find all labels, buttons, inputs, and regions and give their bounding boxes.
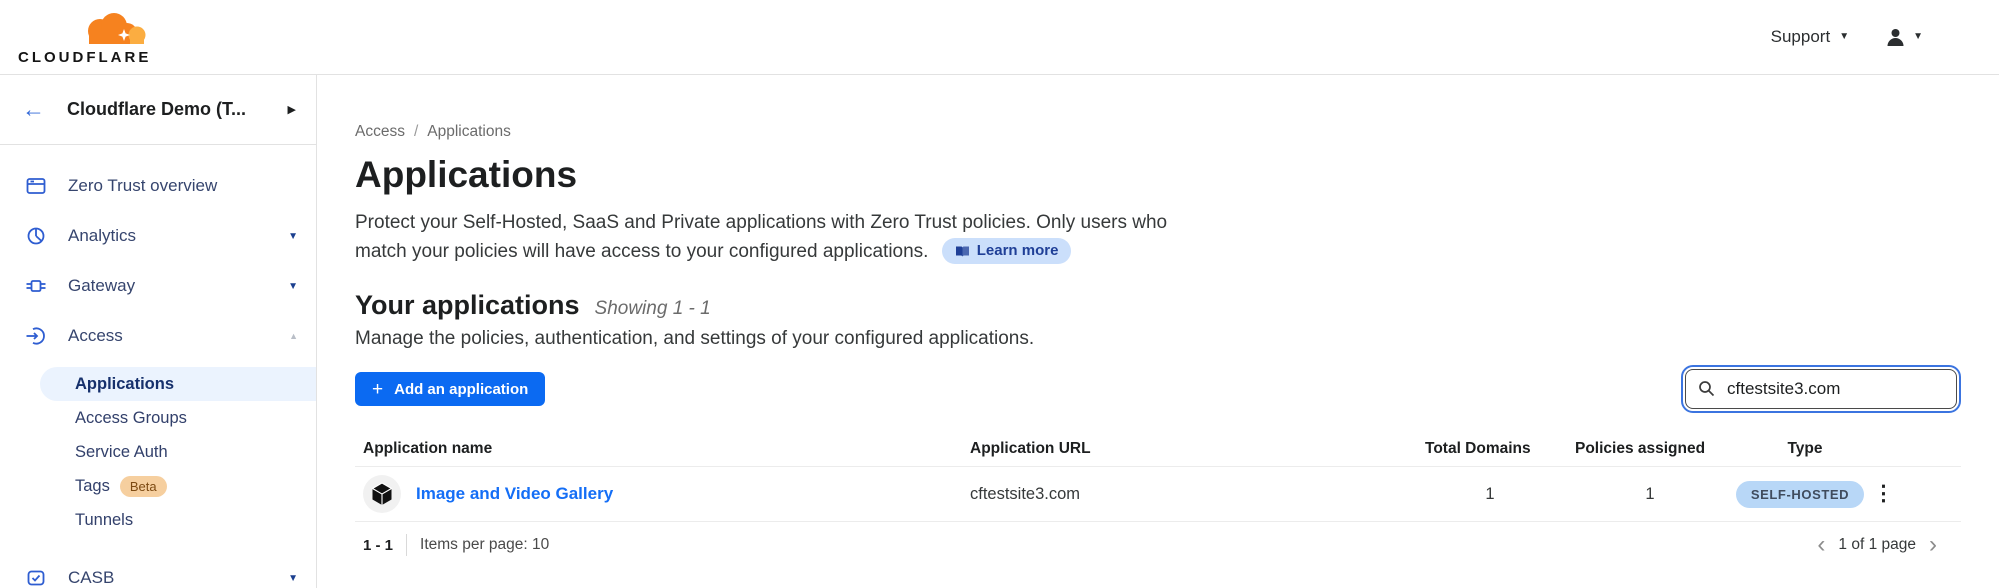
- application-name-link[interactable]: Image and Video Gallery: [416, 484, 613, 504]
- items-per-page: Items per page: 10: [420, 536, 549, 554]
- access-subnav: Applications Access Groups Service Auth …: [0, 367, 316, 537]
- sidebar-item-applications[interactable]: Applications: [40, 367, 316, 401]
- account-name[interactable]: Cloudflare Demo (T...: [67, 99, 288, 120]
- top-bar: CLOUDFLARE Support ▼ ▼: [0, 0, 1999, 75]
- top-bar-right: Support ▼ ▼: [1771, 27, 1923, 48]
- row-actions-cell: ⋮: [1865, 483, 1961, 505]
- cloudflare-cloud-icon: [80, 12, 150, 48]
- chevron-down-icon: ▼: [1913, 32, 1923, 42]
- chevron-down-icon: ▼: [1839, 32, 1849, 42]
- sidebar-item-label: Analytics: [68, 226, 288, 246]
- application-url-cell: cftestsite3.com: [960, 485, 1415, 504]
- sidebar-item-label: Access: [68, 326, 289, 346]
- sidebar-item-analytics[interactable]: Analytics ▼: [0, 211, 316, 261]
- showing-count: Showing 1 - 1: [595, 298, 711, 320]
- support-label: Support: [1771, 27, 1831, 47]
- breadcrumb-access[interactable]: Access: [355, 123, 405, 141]
- beta-badge: Beta: [120, 476, 167, 497]
- description-line-1: Protect your Self-Hosted, SaaS and Priva…: [355, 209, 1961, 238]
- access-icon: [25, 325, 47, 347]
- page-indicator: 1 of 1 page: [1838, 536, 1916, 554]
- cloudflare-dashboard: CLOUDFLARE Support ▼ ▼ ← Cloudflare Demo…: [0, 0, 1999, 588]
- application-name-cell: Image and Video Gallery: [355, 475, 960, 513]
- plus-icon: +: [372, 380, 383, 399]
- sidebar-item-zero-trust-overview[interactable]: Zero Trust overview: [0, 161, 316, 211]
- sidebar-nav: Zero Trust overview Analytics ▼: [0, 145, 316, 588]
- sidebar-item-tags[interactable]: Tags Beta: [0, 469, 316, 503]
- pagination-controls: ‹ 1 of 1 page ›: [1817, 533, 1937, 557]
- chevron-down-icon: ▼: [288, 231, 298, 242]
- column-header-policies-assigned: Policies assigned: [1565, 440, 1735, 458]
- chevron-down-icon: ▼: [288, 573, 298, 584]
- cube-icon: [371, 482, 393, 506]
- sidebar: ← Cloudflare Demo (T... ▶ Zero Trust ove…: [0, 75, 317, 588]
- add-application-button[interactable]: + Add an application: [355, 372, 545, 406]
- cloudflare-logo[interactable]: CLOUDFLARE: [18, 12, 168, 66]
- sidebar-subitem-label: Access Groups: [75, 409, 187, 428]
- sidebar-item-casb[interactable]: CASB ▼: [0, 553, 316, 588]
- sidebar-subitem-label: Applications: [75, 375, 174, 394]
- sidebar-item-label: CASB: [68, 568, 288, 588]
- table-toolbar: + Add an application: [355, 369, 1961, 409]
- previous-page-icon[interactable]: ‹: [1817, 533, 1825, 557]
- sidebar-item-gateway[interactable]: Gateway ▼: [0, 261, 316, 311]
- table-header-row: Application name Application URL Total D…: [355, 431, 1961, 467]
- overview-icon: [25, 175, 47, 197]
- chevron-up-icon: ▲: [289, 331, 298, 341]
- section-header: Your applications Showing 1 - 1: [355, 290, 1961, 321]
- page-title: Applications: [355, 153, 1961, 197]
- analytics-icon: [25, 225, 47, 247]
- footer-divider: [406, 534, 407, 556]
- page-description: Protect your Self-Hosted, SaaS and Priva…: [355, 209, 1961, 266]
- column-header-application-name: Application name: [355, 440, 960, 458]
- policies-assigned-cell: 1: [1565, 485, 1735, 504]
- book-icon: [955, 245, 970, 258]
- table-row: Image and Video Gallery cftestsite3.com …: [355, 467, 1961, 522]
- gateway-icon: [25, 275, 47, 297]
- user-menu[interactable]: ▼: [1885, 27, 1923, 48]
- sidebar-subitem-label: Tunnels: [75, 511, 133, 530]
- main-content: Access / Applications Applications Prote…: [317, 75, 1999, 588]
- breadcrumb: Access / Applications: [355, 123, 1961, 141]
- column-header-total-domains: Total Domains: [1415, 440, 1565, 458]
- breadcrumb-separator: /: [414, 123, 418, 141]
- sidebar-item-tunnels[interactable]: Tunnels: [0, 503, 316, 537]
- search-icon: [1698, 380, 1715, 397]
- section-title: Your applications: [355, 290, 580, 321]
- sidebar-item-access-groups[interactable]: Access Groups: [0, 401, 316, 435]
- sidebar-item-label: Zero Trust overview: [68, 176, 298, 196]
- search-box: [1685, 369, 1957, 409]
- application-avatar: [363, 475, 401, 513]
- learn-more-label: Learn more: [977, 237, 1059, 266]
- support-menu[interactable]: Support ▼: [1771, 27, 1849, 47]
- kebab-menu-icon[interactable]: ⋮: [1873, 483, 1894, 504]
- description-line-2: match your policies will have access to …: [355, 241, 928, 262]
- user-icon: [1885, 27, 1906, 48]
- chevron-right-icon[interactable]: ▶: [288, 103, 296, 116]
- casb-icon: [25, 567, 47, 588]
- sidebar-item-service-auth[interactable]: Service Auth: [0, 435, 316, 469]
- next-page-icon[interactable]: ›: [1929, 533, 1937, 557]
- add-application-label: Add an application: [394, 381, 528, 398]
- sidebar-subitem-label: Tags: [75, 477, 110, 496]
- account-switcher: ← Cloudflare Demo (T... ▶: [0, 75, 316, 145]
- type-badge: SELF-HOSTED: [1736, 481, 1864, 508]
- cloudflare-wordmark: CLOUDFLARE: [18, 49, 168, 66]
- sidebar-item-access[interactable]: Access ▲: [0, 311, 316, 361]
- section-subtext: Manage the policies, authentication, and…: [355, 328, 1961, 350]
- applications-table: Application name Application URL Total D…: [355, 431, 1961, 557]
- sidebar-subitem-label: Service Auth: [75, 443, 168, 462]
- table-footer: 1 - 1 Items per page: 10 ‹ 1 of 1 page ›: [355, 533, 1961, 557]
- column-header-type: Type: [1735, 440, 1865, 458]
- sidebar-item-label: Gateway: [68, 276, 288, 296]
- type-cell: SELF-HOSTED: [1735, 481, 1865, 508]
- items-range: 1 - 1: [355, 537, 393, 554]
- total-domains-cell: 1: [1415, 485, 1565, 504]
- chevron-down-icon: ▼: [288, 281, 298, 292]
- breadcrumb-applications[interactable]: Applications: [427, 123, 511, 141]
- back-arrow-icon[interactable]: ←: [22, 98, 45, 121]
- learn-more-link[interactable]: Learn more: [942, 238, 1072, 264]
- search-input[interactable]: [1685, 369, 1957, 409]
- column-header-application-url: Application URL: [960, 440, 1415, 458]
